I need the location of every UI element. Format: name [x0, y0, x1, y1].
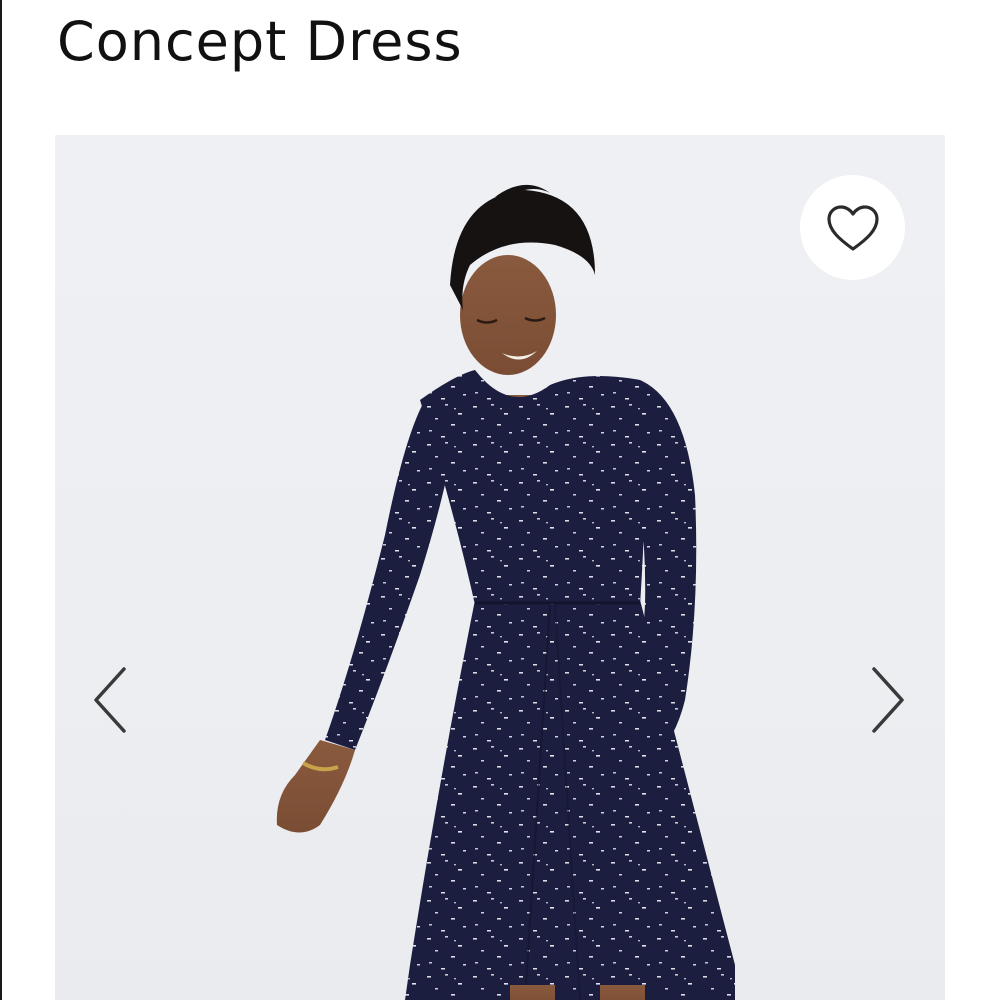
- left-border: [0, 0, 2, 1000]
- next-image-button[interactable]: [863, 660, 913, 740]
- chevron-right-icon: [872, 667, 904, 733]
- heart-outline-icon: [826, 204, 879, 251]
- previous-image-button[interactable]: [85, 660, 135, 740]
- product-title: Concept Dress: [57, 10, 463, 73]
- favorite-button[interactable]: [800, 175, 905, 280]
- chevron-left-icon: [94, 667, 126, 733]
- product-page: Concept Dress: [0, 0, 1000, 1000]
- product-photo: [276, 184, 735, 1000]
- product-image-gallery[interactable]: [55, 135, 945, 1000]
